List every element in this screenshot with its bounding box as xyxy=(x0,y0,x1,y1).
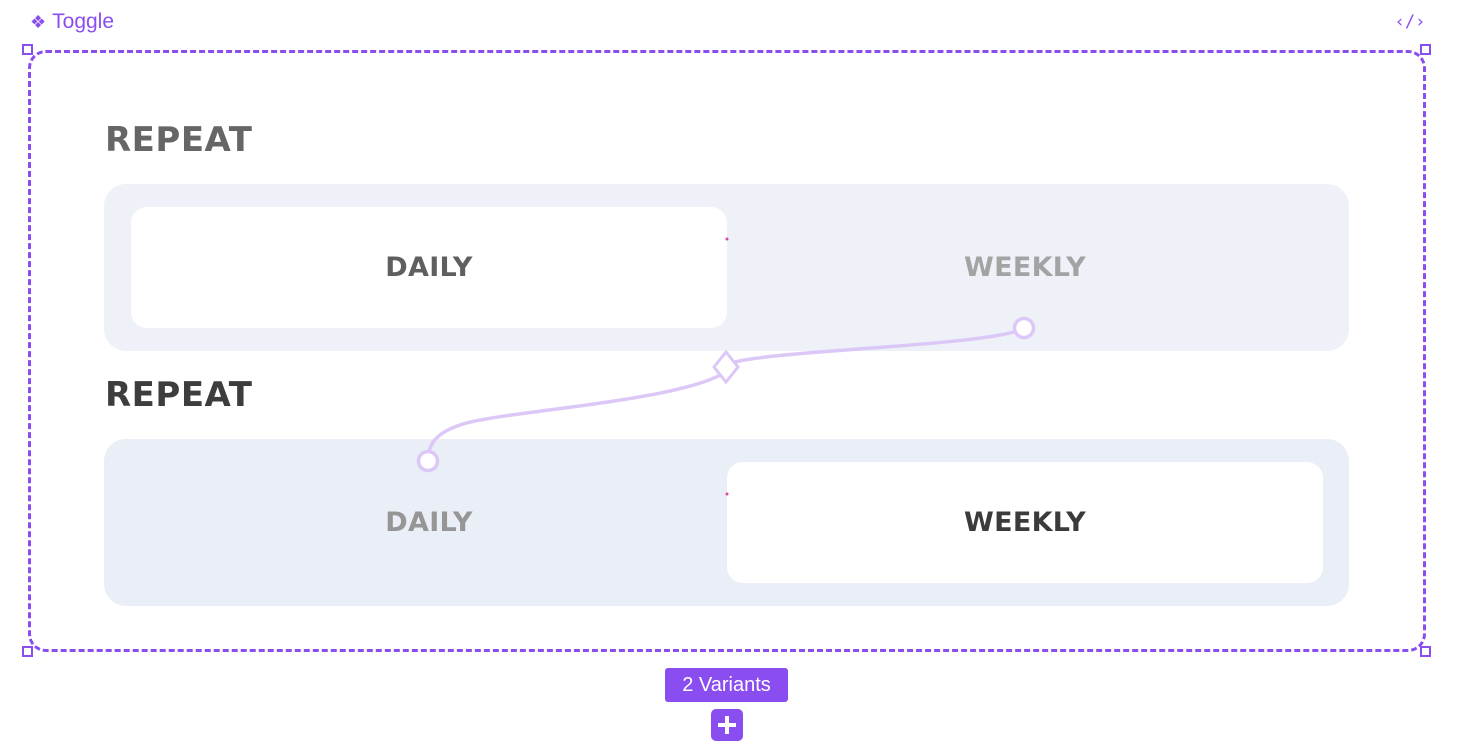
plus-icon[interactable] xyxy=(711,709,743,741)
resize-handle-bottom-right[interactable] xyxy=(1420,646,1431,657)
code-icon[interactable]: ‹/› xyxy=(1394,8,1426,36)
resize-handle-top-left[interactable] xyxy=(22,44,33,55)
resize-handle-top-right[interactable] xyxy=(1420,44,1431,55)
canvas: ❖ Toggle ‹/› REPEAT DAILY WEEKLY REPEAT … xyxy=(0,0,1466,754)
variants-badge: 2 Variants xyxy=(665,668,788,702)
variant-1-toggle[interactable]: DAILY WEEKLY xyxy=(104,184,1349,351)
variant-1-heading: REPEAT xyxy=(105,120,253,160)
variant-2-toggle[interactable]: DAILY WEEKLY xyxy=(104,439,1349,606)
variant-1-option-weekly[interactable]: WEEKLY xyxy=(727,207,1323,328)
resize-handle-bottom-left[interactable] xyxy=(22,646,33,657)
variant-2-option-daily[interactable]: DAILY xyxy=(131,462,727,583)
component-name: Toggle xyxy=(52,10,115,33)
variant-1-option-daily[interactable]: DAILY xyxy=(131,207,727,328)
component-diamond-icon: ❖ xyxy=(30,12,47,32)
variant-2-option-weekly[interactable]: WEEKLY xyxy=(727,462,1323,583)
component-label[interactable]: ❖ Toggle xyxy=(30,8,114,36)
variant-2-heading: REPEAT xyxy=(105,375,253,415)
